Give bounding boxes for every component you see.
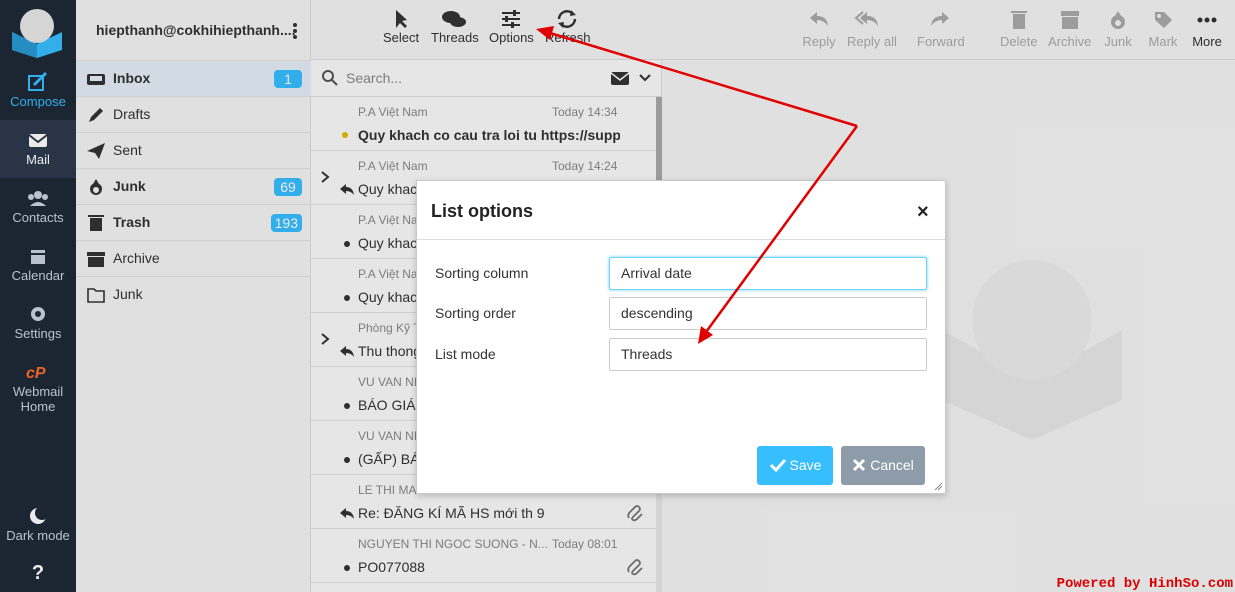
close-icon[interactable]: × bbox=[917, 201, 929, 224]
resize-handle-icon[interactable] bbox=[933, 481, 943, 491]
cancel-button[interactable]: Cancel bbox=[841, 446, 925, 485]
list-options-dialog: List options × Sorting column Arrival da… bbox=[416, 180, 946, 494]
sorting-column-select[interactable]: Arrival date bbox=[609, 257, 927, 290]
sorting-order-label: Sorting order bbox=[435, 305, 516, 321]
sorting-order-select[interactable]: descending bbox=[609, 297, 927, 330]
dialog-divider bbox=[417, 239, 945, 240]
list-mode-label: List mode bbox=[435, 346, 496, 362]
dialog-title: List options bbox=[431, 201, 533, 221]
check-icon bbox=[769, 458, 786, 473]
cancel-label: Cancel bbox=[870, 457, 914, 473]
list-mode-select[interactable]: Threads bbox=[609, 338, 927, 371]
sorting-column-label: Sorting column bbox=[435, 265, 529, 281]
x-icon bbox=[853, 458, 866, 472]
save-label: Save bbox=[789, 457, 822, 473]
save-button[interactable]: Save bbox=[757, 446, 833, 485]
